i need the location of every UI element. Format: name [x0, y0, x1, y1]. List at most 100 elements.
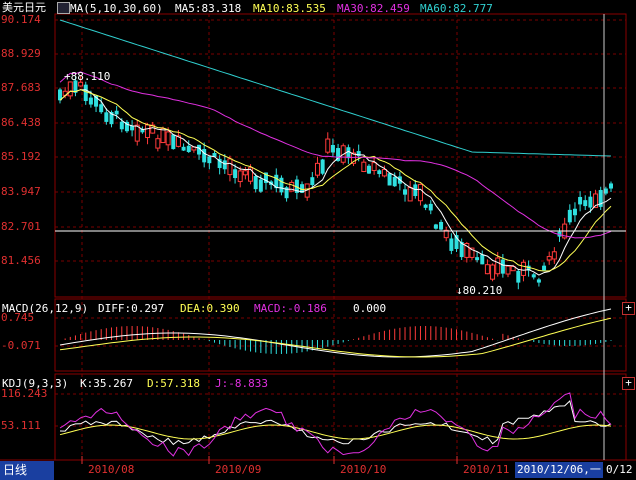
- ma-header: MA(5,10,30,60): [70, 2, 163, 15]
- candle-body: [433, 224, 438, 229]
- candle-body: [531, 274, 536, 278]
- candle-body: [279, 177, 284, 193]
- candle-body: [609, 183, 613, 189]
- candle-body: [202, 148, 207, 163]
- candle-body: [207, 156, 212, 164]
- candle-body: [237, 170, 243, 183]
- x-tick-last: 0/12: [606, 463, 633, 476]
- candle-body: [314, 162, 320, 176]
- indicator-settings-icon[interactable]: [57, 2, 70, 14]
- kdj-y-tick: 53.111: [1, 419, 41, 432]
- candle-body: [233, 169, 238, 179]
- candle-body: [181, 146, 186, 151]
- candle-body: [449, 238, 454, 251]
- period-tab-daily[interactable]: 日线: [0, 461, 54, 480]
- candle-body: [578, 196, 583, 205]
- y-tick: 82.701: [1, 220, 41, 233]
- candle-body: [227, 158, 233, 176]
- macd-extra: 0.000: [353, 302, 387, 315]
- candle-body: [186, 145, 191, 153]
- ma60-line: [59, 19, 612, 157]
- candle-body: [361, 161, 367, 172]
- candle-body: [542, 265, 547, 271]
- candle-body: [505, 265, 511, 275]
- ma10-value: MA10:83.535: [253, 2, 326, 15]
- candle-body: [371, 162, 377, 171]
- candle-body: [145, 124, 151, 139]
- candle-body: [325, 138, 331, 153]
- candle-body: [381, 169, 387, 177]
- candle-body: [403, 189, 408, 195]
- macd-diff: DIFF:0.297: [98, 302, 165, 315]
- candle-body: [588, 196, 593, 208]
- candle-body: [387, 173, 392, 186]
- candle-body: [165, 131, 171, 146]
- candle-body: [160, 127, 166, 144]
- ma5-value: MA5:83.318: [175, 2, 242, 15]
- candle-body: [439, 221, 444, 230]
- ma10-line: [59, 89, 612, 272]
- candle-body: [310, 177, 315, 186]
- candle-body: [88, 97, 93, 105]
- ma30-value: MA30:82.459: [337, 2, 410, 15]
- candle-body: [222, 160, 227, 170]
- y-tick: 81.456: [1, 254, 41, 267]
- candle-body: [428, 203, 433, 211]
- macd-value: MACD:-0.186: [254, 302, 327, 315]
- candle-body: [546, 256, 552, 261]
- low-value: 80.210: [462, 284, 503, 297]
- candle-body: [484, 264, 490, 275]
- kdj-j: J:-8.833: [215, 377, 268, 390]
- macd-expand-button[interactable]: +: [622, 302, 635, 315]
- candle-body: [67, 81, 73, 97]
- candle-body: [407, 186, 413, 202]
- candle-body: [171, 134, 176, 150]
- candle-body: [155, 138, 161, 149]
- kdj-d: D:57.318: [147, 377, 200, 390]
- candle-body: [520, 261, 526, 276]
- candle-body: [495, 257, 501, 275]
- kdj-panel-frame: [54, 373, 627, 461]
- ma5-line: [59, 89, 612, 276]
- macd-dea: DEA:0.390: [180, 302, 240, 315]
- ma30-line: [59, 71, 612, 239]
- main-panel-frame: [54, 13, 627, 298]
- kdj-k: K:35.267: [80, 377, 133, 390]
- cursor-date-readout: 2010/12/06,一: [515, 462, 603, 478]
- candle-body: [119, 121, 124, 130]
- candle-body: [258, 179, 263, 192]
- candle-body: [417, 183, 423, 202]
- candle-body: [99, 104, 104, 113]
- chart-window[interactable]: 美元日元 MA(5,10,30,60) MA5:83.318 MA10:83.5…: [0, 0, 636, 480]
- candle-body: [536, 279, 541, 283]
- candle-body: [392, 176, 397, 187]
- high-value: 88.110: [70, 70, 111, 83]
- candle-body: [104, 112, 109, 122]
- high-marker-label: +88.110: [64, 70, 111, 83]
- kdj-y-tick: 116.243: [1, 387, 48, 400]
- y-tick: 85.192: [1, 150, 41, 163]
- candle-body: [500, 259, 505, 274]
- x-tick: 2010/10: [340, 463, 387, 476]
- candle-body: [413, 184, 418, 197]
- candle-body: [320, 159, 325, 174]
- y-tick: 88.929: [1, 47, 41, 60]
- candle-body: [366, 165, 371, 174]
- kdj-j-line: [59, 392, 612, 457]
- candle-body: [242, 170, 248, 176]
- macd-y-tick: 0.745: [1, 311, 35, 324]
- low-marker-label: ↓80.210: [456, 284, 503, 297]
- candle-body: [423, 204, 428, 208]
- candle-body: [330, 144, 335, 153]
- candle-body: [253, 176, 258, 190]
- candle-body: [377, 170, 382, 175]
- kdj-expand-button[interactable]: +: [622, 377, 635, 390]
- x-tick: 2010/08: [88, 463, 135, 476]
- candle-body: [551, 251, 557, 260]
- macd-y-tick: -0.071: [1, 339, 41, 352]
- y-tick: 86.438: [1, 116, 41, 129]
- candle-body: [567, 209, 572, 223]
- y-tick: 83.947: [1, 185, 41, 198]
- candle-body: [475, 257, 480, 261]
- candle-body: [83, 84, 88, 102]
